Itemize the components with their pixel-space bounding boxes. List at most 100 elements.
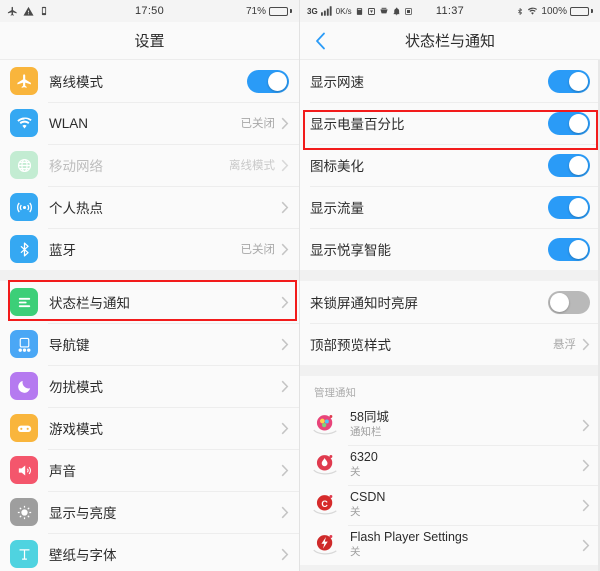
right-status-bar: 3G 0K/s 11:37 100% bbox=[300, 0, 600, 22]
list-item[interactable]: 6320 关 bbox=[300, 445, 600, 485]
app-status: 关 bbox=[350, 545, 361, 558]
setting-label: 图标美化 bbox=[310, 159, 364, 174]
chevron-right-icon bbox=[281, 380, 289, 393]
chevron-right-icon bbox=[582, 338, 590, 351]
sidebar-item-game-mode[interactable]: 游戏模式 bbox=[0, 407, 299, 449]
left-page-title: 设置 bbox=[134, 33, 165, 50]
list-item[interactable]: 58同城 通知栏 bbox=[300, 405, 600, 445]
sidebar-item-label: 声音 bbox=[49, 464, 76, 479]
setting-row-icon-beautify[interactable]: 图标美化 bbox=[300, 144, 600, 186]
right-group-display-options: 显示网速 显示电量百分比 图标美化 显示流量 显示悦享智能 bbox=[300, 60, 600, 270]
icon-beautify-toggle[interactable] bbox=[548, 153, 590, 177]
hotspot-icon bbox=[10, 193, 38, 221]
wake-on-notification-toggle[interactable] bbox=[548, 290, 590, 314]
app-icon-6320 bbox=[310, 450, 340, 480]
sidebar-item-bluetooth[interactable]: 蓝牙 已关闭 bbox=[0, 228, 299, 270]
sidebar-item-label: 个人热点 bbox=[49, 201, 103, 216]
right-status-icons: 3G 0K/s bbox=[307, 6, 413, 16]
wifi-icon bbox=[527, 7, 538, 16]
sidebar-item-hotspot[interactable]: 个人热点 bbox=[0, 186, 299, 228]
list-item[interactable]: C CSDN 关 bbox=[300, 485, 600, 525]
setting-label: 显示电量百分比 bbox=[310, 117, 405, 132]
speaker-icon bbox=[10, 456, 38, 484]
sidebar-item-value: 离线模式 bbox=[229, 160, 275, 172]
sidebar-item-do-not-disturb[interactable]: 勿扰模式 bbox=[0, 365, 299, 407]
app-name: CSDN bbox=[350, 490, 386, 505]
moon-icon bbox=[10, 372, 38, 400]
sidebar-item-value: 已关闭 bbox=[240, 244, 276, 256]
setting-row-wake-on-notification[interactable]: 来锁屏通知时亮屏 bbox=[300, 281, 600, 323]
chevron-right-icon bbox=[281, 464, 289, 477]
right-nav-bar: 状态栏与通知 bbox=[300, 22, 600, 60]
left-phone-screen: 17:50 71% 设置 离线模式 WLAN 已关闭 移动网络 离线模式 个人热… bbox=[0, 0, 300, 571]
chevron-right-icon bbox=[582, 459, 590, 472]
show-data-usage-toggle[interactable] bbox=[548, 195, 590, 219]
sidebar-item-wallpaper-font[interactable]: 壁纸与字体 bbox=[0, 533, 299, 571]
chevron-right-icon bbox=[281, 338, 289, 351]
sidebar-item-value: 已关闭 bbox=[240, 118, 276, 130]
navkeys-icon bbox=[10, 330, 38, 358]
setting-row-show-smart-assist[interactable]: 显示悦享智能 bbox=[300, 228, 600, 270]
sidebar-item-navigation-keys[interactable]: 导航键 bbox=[0, 323, 299, 365]
sidebar-item-wlan[interactable]: WLAN 已关闭 bbox=[0, 102, 299, 144]
airplane-icon bbox=[10, 67, 38, 95]
right-group-lockscreen: 来锁屏通知时亮屏 顶部预览样式 悬浮 bbox=[300, 281, 600, 365]
left-settings-list[interactable]: 离线模式 WLAN 已关闭 移动网络 离线模式 个人热点 蓝牙 已关闭 状态栏与… bbox=[0, 60, 299, 571]
app-text: 58同城 通知栏 bbox=[350, 410, 582, 439]
chevron-right-icon bbox=[281, 422, 289, 435]
sidebar-item-label: 壁纸与字体 bbox=[49, 548, 117, 563]
sidebar-item-statusbar-notifications[interactable]: 状态栏与通知 bbox=[0, 281, 299, 323]
right-battery-percent: 100% bbox=[541, 5, 567, 17]
app-status: 关 bbox=[350, 465, 361, 478]
battery-icon bbox=[570, 6, 593, 16]
battery-icon bbox=[269, 6, 292, 16]
gamepad-icon bbox=[10, 414, 38, 442]
setting-label: 显示网速 bbox=[310, 75, 364, 90]
app-name: 58同城 bbox=[350, 410, 389, 425]
app-text: CSDN 关 bbox=[350, 490, 582, 519]
sidebar-item-airplane-mode[interactable]: 离线模式 bbox=[0, 60, 299, 102]
setting-label: 显示流量 bbox=[310, 201, 364, 216]
sidebar-item-mobile-network[interactable]: 移动网络 离线模式 bbox=[0, 144, 299, 186]
left-group-system: 状态栏与通知 导航键 勿扰模式 游戏模式 声音 显示与亮度 壁纸与字体 bbox=[0, 281, 299, 571]
setting-row-show-network-speed[interactable]: 显示网速 bbox=[300, 60, 600, 102]
back-button[interactable] bbox=[300, 32, 340, 50]
show-battery-percent-toggle[interactable] bbox=[548, 111, 590, 135]
show-network-speed-toggle[interactable] bbox=[548, 69, 590, 93]
signal-icon bbox=[320, 6, 333, 16]
bluetooth-icon bbox=[516, 6, 524, 17]
setting-row-top-preview-style[interactable]: 顶部预览样式 悬浮 bbox=[300, 323, 600, 365]
manage-notifications-header: 管理通知 bbox=[300, 376, 600, 405]
right-group-manage-notifications: 管理通知 58同城 通知栏 6320 关 C CSDN 关 Flash Play… bbox=[300, 376, 600, 565]
sidebar-item-label: 状态栏与通知 bbox=[49, 296, 130, 311]
chevron-right-icon bbox=[281, 506, 289, 519]
sidebar-item-label: 显示与亮度 bbox=[49, 506, 117, 521]
right-phone-screen: 3G 0K/s 11:37 100% 状态栏与通知 显示网速 显示电量百分比 图… bbox=[300, 0, 600, 571]
sidebar-item-sound[interactable]: 声音 bbox=[0, 449, 299, 491]
left-battery-percent: 71% bbox=[245, 5, 266, 17]
app-icon-csdn: C bbox=[310, 490, 340, 520]
app-status: 通知栏 bbox=[350, 425, 382, 438]
left-status-icons bbox=[7, 6, 49, 17]
setting-row-show-battery-percent[interactable]: 显示电量百分比 bbox=[300, 102, 600, 144]
airplane-mode-toggle[interactable] bbox=[247, 69, 289, 93]
globe-icon bbox=[10, 151, 38, 179]
right-settings-list[interactable]: 显示网速 显示电量百分比 图标美化 显示流量 显示悦享智能 来锁屏通知时亮屏 顶… bbox=[300, 60, 600, 571]
sidebar-item-label: 导航键 bbox=[49, 338, 90, 353]
right-page-title: 状态栏与通知 bbox=[404, 33, 495, 50]
svg-text:C: C bbox=[321, 498, 328, 508]
sidebar-item-label: WLAN bbox=[49, 115, 89, 131]
bluetooth-icon bbox=[10, 235, 38, 263]
alarm-icon bbox=[355, 7, 364, 16]
right-group-divider-1 bbox=[300, 270, 600, 281]
app-text: Flash Player Settings 关 bbox=[350, 530, 582, 559]
font-icon bbox=[10, 540, 38, 568]
list-item[interactable]: Flash Player Settings 关 bbox=[300, 525, 600, 565]
setting-row-show-data-usage[interactable]: 显示流量 bbox=[300, 186, 600, 228]
sidebar-item-display-brightness[interactable]: 显示与亮度 bbox=[0, 491, 299, 533]
show-smart-assist-toggle[interactable] bbox=[548, 237, 590, 261]
sidebar-item-label: 蓝牙 bbox=[49, 243, 76, 258]
app-icon-58tongcheng bbox=[310, 410, 340, 440]
vibrate-icon bbox=[39, 6, 49, 16]
back-chevron-icon bbox=[315, 32, 326, 50]
